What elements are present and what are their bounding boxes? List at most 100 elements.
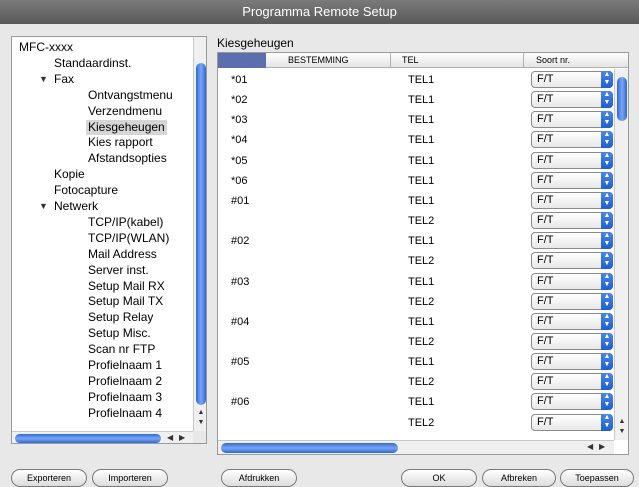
- number-type-select[interactable]: F/T ▲ ▼: [531, 91, 613, 109]
- tel-cell[interactable]: TEL2: [408, 416, 434, 430]
- tel-cell[interactable]: TEL1: [408, 315, 434, 329]
- column-header-destination[interactable]: BESTEMMING: [288, 53, 349, 68]
- cancel-button[interactable]: Afbreken: [482, 469, 556, 487]
- number-type-select[interactable]: F/T ▲ ▼: [531, 71, 613, 88]
- number-type-select[interactable]: F/T ▲ ▼: [531, 413, 613, 431]
- tel-cell[interactable]: TEL2: [408, 295, 434, 309]
- number-type-select[interactable]: F/T ▲ ▼: [531, 111, 613, 129]
- tree-item[interactable]: Server inst.: [88, 263, 149, 278]
- number-type-select[interactable]: F/T ▲ ▼: [531, 151, 613, 169]
- scroll-right-arrow-icon[interactable]: ▶: [179, 433, 185, 442]
- number-type-value: F/T: [537, 133, 554, 146]
- ok-button[interactable]: OK: [401, 469, 477, 487]
- import-button[interactable]: Importeren: [92, 469, 168, 487]
- tree-item[interactable]: Ontvangstmenu: [88, 88, 173, 103]
- tel-cell[interactable]: TEL1: [408, 73, 434, 87]
- tel-cell[interactable]: TEL2: [408, 254, 434, 268]
- number-type-select[interactable]: F/T ▲ ▼: [531, 312, 613, 330]
- column-header-tel[interactable]: TEL: [402, 53, 419, 68]
- tree-item[interactable]: Setup Mail RX: [88, 279, 165, 294]
- tel-cell[interactable]: TEL1: [408, 154, 434, 168]
- header-selection-marker: [218, 53, 266, 68]
- number-type-value: F/T: [537, 415, 554, 428]
- number-type-select[interactable]: F/T ▲ ▼: [531, 393, 613, 411]
- number-type-select[interactable]: F/T ▲ ▼: [531, 191, 613, 209]
- number-type-select[interactable]: F/T ▲ ▼: [531, 353, 613, 371]
- table-vertical-scrollbar[interactable]: ▲ ▼: [614, 69, 628, 440]
- tree-item[interactable]: Netwerk: [54, 199, 98, 214]
- number-type-value: F/T: [537, 153, 554, 166]
- disclosure-triangle-icon[interactable]: ▼: [39, 74, 49, 84]
- tree-item[interactable]: Kiesgeheugen: [86, 119, 167, 135]
- tel-cell[interactable]: TEL1: [408, 355, 434, 369]
- tree-horizontal-scrollbar[interactable]: ◀ ▶: [12, 431, 193, 443]
- scroll-left-arrow-icon[interactable]: ◀: [587, 442, 593, 451]
- tree-item[interactable]: MFC-xxxx: [19, 40, 73, 55]
- tree-item[interactable]: Fotocapture: [54, 183, 118, 198]
- apply-button[interactable]: Toepassen: [560, 469, 634, 487]
- tel-cell[interactable]: TEL1: [408, 133, 434, 147]
- scroll-up-arrow-icon[interactable]: ▲: [196, 409, 206, 419]
- tree-horizontal-scroll-thumb[interactable]: [15, 434, 161, 443]
- table-vertical-scroll-thumb[interactable]: [617, 77, 627, 121]
- disclosure-triangle-icon[interactable]: ▼: [12, 42, 14, 52]
- tree-item[interactable]: TCP/IP(kabel): [88, 215, 163, 230]
- tel-cell[interactable]: TEL2: [408, 335, 434, 349]
- settings-tree[interactable]: ▲ ▼ ◀ ▶ ▼ MFC-xxxxStandaardinst. ▼ Fax Ontva…: [11, 36, 207, 444]
- number-type-select[interactable]: F/T ▲ ▼: [531, 171, 613, 189]
- tree-item[interactable]: Profielnaam 4: [88, 406, 162, 421]
- tel-cell[interactable]: TEL1: [408, 113, 434, 127]
- tree-item[interactable]: Fax: [54, 72, 74, 87]
- tel-cell[interactable]: TEL2: [408, 375, 434, 389]
- destination-id: #02: [231, 235, 250, 248]
- export-button[interactable]: Exporteren: [11, 469, 87, 487]
- tree-item[interactable]: Setup Relay: [88, 310, 153, 325]
- tel-cell[interactable]: TEL1: [408, 234, 434, 248]
- tree-item[interactable]: Scan nr FTP: [88, 342, 155, 357]
- number-type-select[interactable]: F/T ▲ ▼: [531, 131, 613, 149]
- scroll-left-arrow-icon[interactable]: ◀: [167, 433, 173, 442]
- number-type-select[interactable]: F/T ▲ ▼: [531, 272, 613, 290]
- up-down-arrows-icon: ▲ ▼: [601, 413, 613, 431]
- tel-cell[interactable]: TEL1: [408, 194, 434, 208]
- tree-vertical-scrollbar[interactable]: ▲ ▼: [193, 37, 206, 431]
- disclosure-triangle-icon[interactable]: ▼: [39, 201, 49, 211]
- tree-item[interactable]: Verzendmenu: [88, 104, 162, 119]
- tree-item[interactable]: Setup Misc.: [88, 326, 151, 341]
- tel-cell[interactable]: TEL1: [408, 275, 434, 289]
- number-type-value: F/T: [537, 395, 554, 408]
- tree-item[interactable]: Kies rapport: [88, 135, 153, 150]
- number-type-select[interactable]: F/T ▲ ▼: [531, 212, 613, 230]
- table-horizontal-scroll-thumb[interactable]: [221, 443, 398, 453]
- number-type-select[interactable]: F/T ▲ ▼: [531, 373, 613, 391]
- number-type-select[interactable]: F/T ▲ ▼: [531, 332, 613, 350]
- tel-cell[interactable]: TEL1: [408, 174, 434, 188]
- number-type-select[interactable]: F/T ▲ ▼: [531, 232, 613, 250]
- number-type-value: F/T: [537, 193, 554, 206]
- tel-cell[interactable]: TEL1: [408, 395, 434, 409]
- up-down-arrows-icon: ▲ ▼: [601, 171, 613, 189]
- up-down-arrows-icon: ▲ ▼: [601, 252, 613, 270]
- tel-cell[interactable]: TEL1: [408, 93, 434, 107]
- scroll-down-arrow-icon[interactable]: ▼: [617, 428, 627, 438]
- tree-item[interactable]: TCP/IP(WLAN): [88, 231, 169, 246]
- print-button[interactable]: Afdrukken: [221, 469, 297, 487]
- tree-item[interactable]: Kopie: [54, 167, 85, 182]
- tree-item[interactable]: Profielnaam 3: [88, 390, 162, 405]
- tree-item[interactable]: Mail Address: [88, 247, 157, 262]
- up-down-arrows-icon: ▲ ▼: [601, 91, 613, 109]
- tree-item[interactable]: Standaardinst.: [54, 56, 131, 71]
- table-horizontal-scrollbar[interactable]: ◀ ▶: [218, 440, 614, 454]
- tree-item[interactable]: Setup Mail TX: [88, 294, 163, 309]
- tree-item[interactable]: Profielnaam 2: [88, 374, 162, 389]
- scroll-down-arrow-icon[interactable]: ▼: [196, 419, 206, 429]
- tree-item[interactable]: Profielnaam 1: [88, 358, 162, 373]
- tel-cell[interactable]: TEL2: [408, 214, 434, 228]
- number-type-select[interactable]: F/T ▲ ▼: [531, 292, 613, 310]
- tree-vertical-scroll-thumb[interactable]: [196, 63, 206, 405]
- scroll-right-arrow-icon[interactable]: ▶: [599, 442, 605, 451]
- number-type-select[interactable]: F/T ▲ ▼: [531, 252, 613, 270]
- tree-item[interactable]: Afstandsopties: [88, 151, 167, 166]
- scroll-up-arrow-icon[interactable]: ▲: [617, 418, 627, 428]
- column-header-number-type[interactable]: Soort nr.: [536, 53, 570, 68]
